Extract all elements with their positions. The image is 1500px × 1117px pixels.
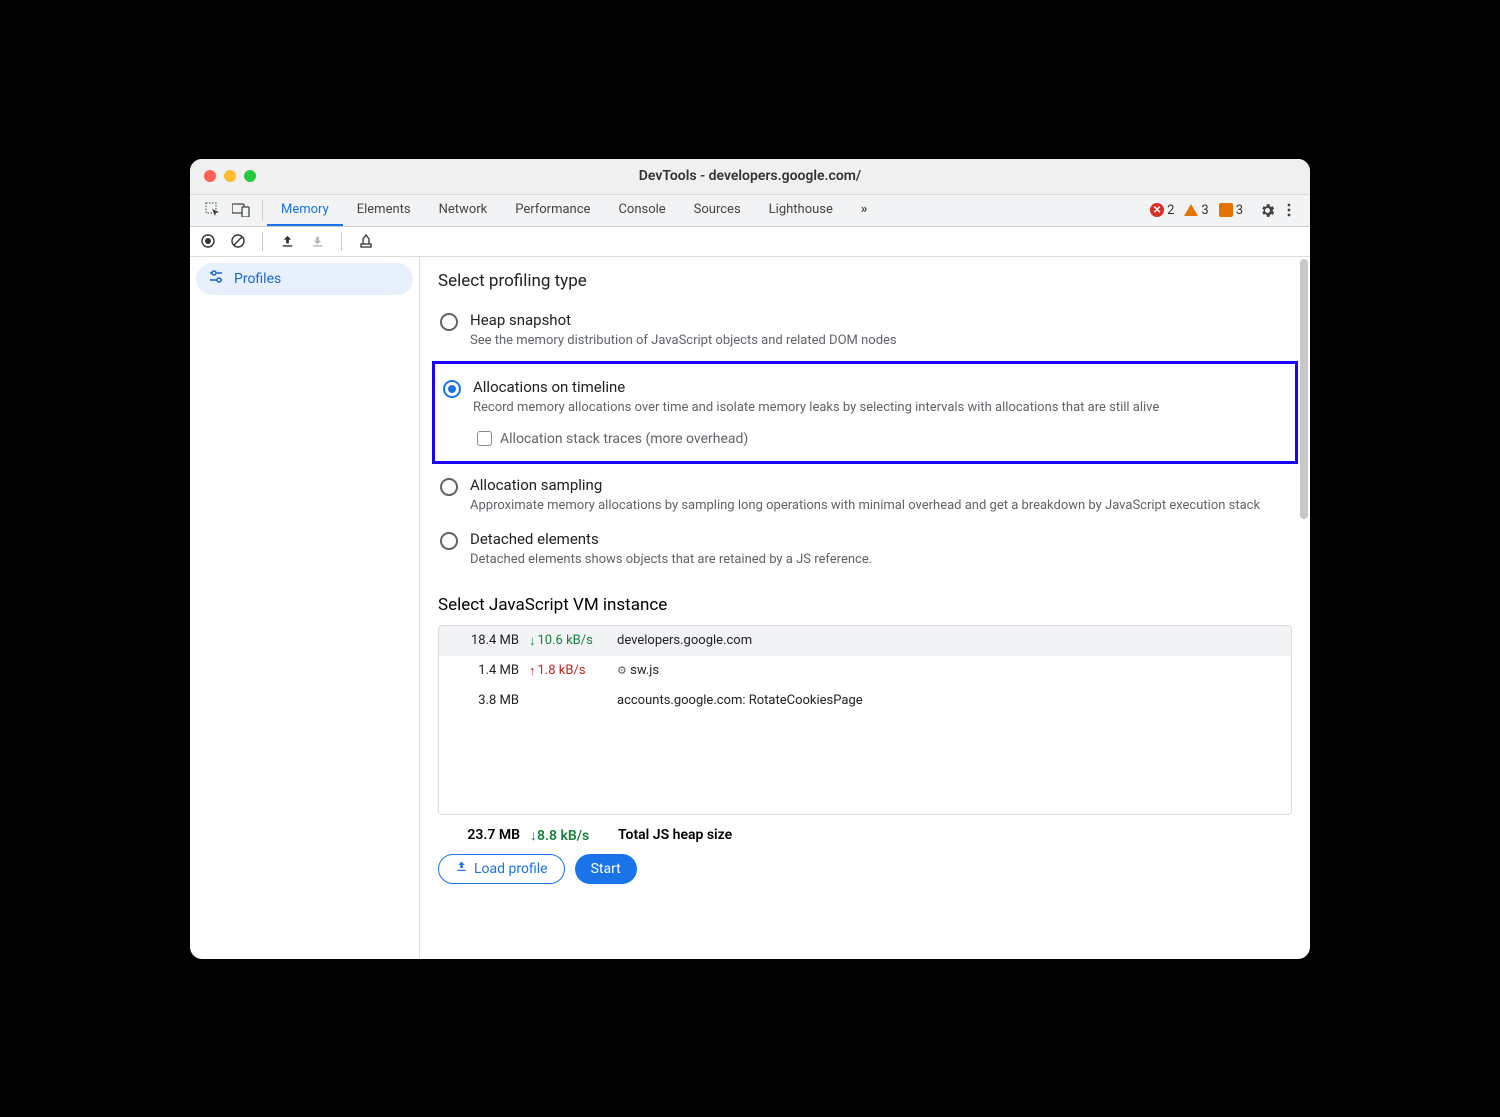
vm-rate: ↑1.8 kB/s [529,663,607,679]
settings-icon[interactable] [1258,201,1276,219]
memory-action-bar [190,227,1310,257]
tab-memory[interactable]: Memory [267,195,343,226]
sidebar-item-label: Profiles [234,271,281,287]
vm-row[interactable]: 1.4 MB ↑1.8 kB/s ⚙ sw.js [439,656,1291,686]
warnings-badge[interactable]: 3 [1181,203,1211,218]
issue-icon [1219,203,1233,217]
vm-row[interactable]: 18.4 MB ↓10.6 kB/s developers.google.com [439,626,1291,656]
panel-tab-bar: Memory Elements Network Performance Cons… [190,195,1310,227]
arrow-down-icon: ↓ [530,828,537,844]
sidebar-item-profiles[interactable]: Profiles [196,263,413,295]
gear-icon: ⚙ [617,664,627,677]
issues-badge[interactable]: 3 [1216,203,1246,218]
minimize-window-button[interactable] [224,170,236,182]
button-label: Start [591,861,621,877]
errors-count: 2 [1167,203,1174,218]
total-size: 23.7 MB [450,827,520,843]
upload-icon[interactable] [277,231,297,251]
arrow-up-icon: ↑ [529,663,536,679]
suboption-stack-traces[interactable]: Allocation stack traces (more overhead) [477,431,1287,447]
option-label: Allocation sampling [470,476,1260,494]
kebab-menu-icon[interactable] [1280,201,1298,219]
record-icon[interactable] [198,231,218,251]
sliders-icon [208,269,224,289]
main-panel: Select profiling type Heap snapshot See … [420,257,1310,959]
issues-count: 3 [1236,203,1243,218]
radio-icon[interactable] [440,478,458,496]
radio-icon[interactable] [443,380,461,398]
vm-label: accounts.google.com: RotateCookiesPage [617,693,1281,708]
option-detached-elements[interactable]: Detached elements Detached elements show… [438,522,1292,577]
window-title: DevTools - developers.google.com/ [190,168,1310,184]
traffic-lights [204,170,256,182]
error-icon: ✕ [1150,203,1164,217]
option-label: Allocations on timeline [473,378,1287,396]
warnings-count: 3 [1201,203,1208,218]
vm-size: 1.4 MB [449,663,519,678]
devtools-window: DevTools - developers.google.com/ Memory… [190,159,1310,959]
clear-icon[interactable] [228,231,248,251]
option-allocations-timeline[interactable]: Allocations on timeline Record memory al… [441,370,1289,455]
vm-size: 3.8 MB [449,693,519,708]
vm-label: ⚙ sw.js [617,663,1281,678]
option-allocation-sampling[interactable]: Allocation sampling Approximate memory a… [438,468,1292,523]
tab-performance[interactable]: Performance [501,195,604,226]
option-heap-snapshot[interactable]: Heap snapshot See the memory distributio… [438,303,1292,358]
divider [341,232,342,251]
more-tabs-button[interactable]: » [847,195,882,226]
total-rate: ↓8.8 kB/s [530,827,608,844]
vm-size: 18.4 MB [449,633,519,648]
tab-elements[interactable]: Elements [343,195,425,226]
warning-icon [1184,204,1198,216]
radio-icon[interactable] [440,313,458,331]
sidebar: Profiles [190,257,420,959]
arrow-down-icon: ↓ [529,633,536,649]
checkbox-icon[interactable] [477,431,492,446]
option-desc: Approximate memory allocations by sampli… [470,497,1260,515]
tab-network[interactable]: Network [425,195,502,226]
scrollbar[interactable] [1300,259,1308,519]
load-profile-button[interactable]: Load profile [438,854,565,884]
vm-instance-list: 18.4 MB ↓10.6 kB/s developers.google.com… [438,625,1292,815]
option-label: Detached elements [470,530,872,548]
vm-row[interactable]: 3.8 MB accounts.google.com: RotateCookie… [439,686,1291,716]
suboption-label: Allocation stack traces (more overhead) [500,431,748,447]
errors-badge[interactable]: ✕ 2 [1147,203,1177,218]
tab-lighthouse[interactable]: Lighthouse [755,195,847,226]
radio-icon[interactable] [440,532,458,550]
maximize-window-button[interactable] [244,170,256,182]
vm-label: developers.google.com [617,633,1281,648]
upload-icon [455,860,468,877]
option-desc: See the memory distribution of JavaScrip… [470,332,897,350]
total-label: Total JS heap size [618,827,732,843]
profiling-type-heading: Select profiling type [438,271,1292,291]
vm-instance-heading: Select JavaScript VM instance [438,595,1292,615]
button-label: Load profile [474,861,548,877]
collect-garbage-icon[interactable] [356,231,376,251]
close-window-button[interactable] [204,170,216,182]
divider [262,232,263,251]
memory-body: Profiles Select profiling type Heap snap… [190,257,1310,959]
vm-rate: ↓10.6 kB/s [529,633,607,649]
device-toggle-icon[interactable] [232,201,250,219]
option-desc: Record memory allocations over time and … [473,399,1287,417]
highlighted-option: Allocations on timeline Record memory al… [432,361,1298,464]
option-label: Heap snapshot [470,311,897,329]
total-heap-row: 23.7 MB ↓8.8 kB/s Total JS heap size [438,815,1292,854]
tab-sources[interactable]: Sources [680,195,755,226]
download-icon[interactable] [307,231,327,251]
start-button[interactable]: Start [575,854,637,884]
tab-console[interactable]: Console [604,195,679,226]
inspect-icon[interactable] [204,201,222,219]
titlebar: DevTools - developers.google.com/ [190,159,1310,195]
option-desc: Detached elements shows objects that are… [470,551,872,569]
divider [262,200,263,221]
